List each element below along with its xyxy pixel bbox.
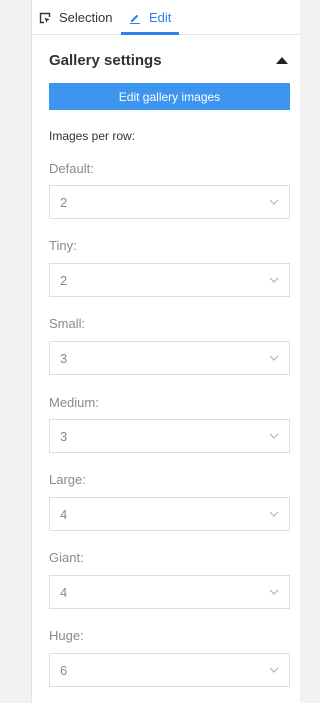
tab-bar: Selection Edit [32,0,301,35]
default-label: Default: [49,161,94,176]
giant-label: Giant: [49,550,84,565]
settings-panel: Selection Edit Gallery settings Edit gal… [31,0,301,703]
selection-icon [39,12,51,23]
select-value: 3 [60,429,68,444]
caret-up-icon[interactable] [275,55,289,65]
large-select[interactable]: 4 [49,497,290,531]
pencil-icon [130,14,140,24]
tab-edit-label: Edit [149,10,172,25]
images-per-row-label: Images per row: [49,129,136,143]
tab-edit[interactable]: Edit [121,0,180,35]
large-label: Large: [49,472,86,487]
small-label: Small: [49,316,86,331]
giant-select[interactable]: 4 [49,575,290,609]
huge-select[interactable]: 6 [49,653,290,687]
left-gutter [0,0,31,703]
chevron-down-icon [269,433,279,439]
chevron-down-icon [269,277,279,283]
tab-selection[interactable]: Selection [39,0,112,35]
select-value: 2 [60,273,68,288]
chevron-down-icon [269,199,279,205]
medium-label: Medium: [49,395,99,410]
select-value: 4 [60,507,68,522]
small-select[interactable]: 3 [49,341,290,375]
chevron-down-icon [269,511,279,517]
select-value: 4 [60,585,68,600]
select-value: 6 [60,663,68,678]
huge-label: Huge: [49,628,84,643]
edit-gallery-images-button[interactable]: Edit gallery images [49,83,290,110]
tiny-label: Tiny: [49,238,77,253]
select-value: 2 [60,195,68,210]
tab-selection-label: Selection [59,10,113,25]
medium-select[interactable]: 3 [49,419,290,453]
chevron-down-icon [269,667,279,673]
default-select[interactable]: 2 [49,185,290,219]
section-title: Gallery settings [49,52,162,69]
tiny-select[interactable]: 2 [49,263,290,297]
chevron-down-icon [269,355,279,361]
select-value: 3 [60,351,68,366]
chevron-down-icon [269,589,279,595]
